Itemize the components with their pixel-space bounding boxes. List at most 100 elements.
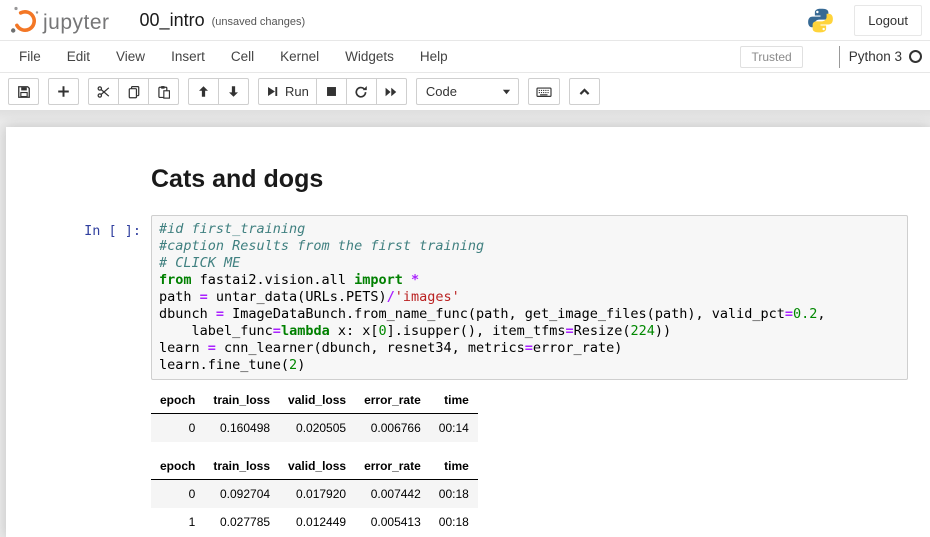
move-cell-down-button[interactable] bbox=[218, 78, 249, 105]
code-cell[interactable]: In [ ]: #id first_training#caption Resul… bbox=[6, 215, 930, 380]
toolbar: Run Code bbox=[0, 73, 930, 110]
chevron-up-icon bbox=[578, 85, 591, 98]
menu-insert[interactable]: Insert bbox=[158, 41, 218, 72]
table-cell: 00:18 bbox=[430, 508, 478, 536]
checkpoint-status: (unsaved changes) bbox=[212, 12, 306, 28]
column-header: epoch bbox=[151, 455, 204, 480]
table-cell: 0.007442 bbox=[355, 480, 430, 509]
code-line: #id first_training bbox=[159, 221, 900, 238]
save-icon bbox=[17, 85, 31, 99]
markdown-cell[interactable]: Cats and dogs bbox=[6, 165, 930, 215]
menu-cell[interactable]: Cell bbox=[218, 41, 267, 72]
trusted-badge[interactable]: Trusted bbox=[740, 46, 802, 68]
kernel-name: Python 3 bbox=[849, 49, 902, 64]
code-line: path = untar_data(URLs.PETS)/'images' bbox=[159, 289, 900, 306]
table-cell: 00:14 bbox=[430, 414, 478, 443]
table-cell: 0.012449 bbox=[279, 508, 355, 536]
run-label: Run bbox=[285, 84, 309, 99]
python-logo-icon bbox=[807, 7, 834, 34]
notebook-title[interactable]: 00_intro bbox=[140, 10, 205, 31]
app-name: jupyter bbox=[43, 12, 110, 36]
interrupt-kernel-button[interactable] bbox=[316, 78, 347, 105]
table-cell: 0.005413 bbox=[355, 508, 430, 536]
keyboard-icon bbox=[536, 85, 552, 99]
save-button[interactable] bbox=[8, 78, 39, 105]
menu-kernel[interactable]: Kernel bbox=[267, 41, 332, 72]
run-cell-button[interactable]: Run bbox=[258, 78, 317, 105]
step-forward-icon bbox=[266, 85, 279, 98]
stop-icon bbox=[325, 85, 338, 98]
kernel-idle-indicator-icon bbox=[909, 50, 922, 63]
table-cell: 0 bbox=[151, 480, 204, 509]
kernel-divider bbox=[839, 46, 840, 68]
column-header: valid_loss bbox=[279, 389, 355, 414]
command-palette-button[interactable] bbox=[528, 78, 560, 105]
training-results-table: epochtrain_lossvalid_losserror_ratetime0… bbox=[151, 389, 930, 442]
menubar: File Edit View Insert Cell Kernel Widget… bbox=[0, 40, 930, 73]
column-header: time bbox=[430, 455, 478, 480]
arrow-down-icon bbox=[227, 85, 240, 98]
table-row: 10.0277850.0124490.00541300:18 bbox=[151, 508, 478, 536]
code-line: # CLICK ME bbox=[159, 255, 900, 272]
table-cell: 0.006766 bbox=[355, 414, 430, 443]
table-cell: 1 bbox=[151, 508, 204, 536]
code-line: learn = cnn_learner(dbunch, resnet34, me… bbox=[159, 340, 900, 357]
cell-type-value: Code bbox=[426, 84, 457, 99]
notebook-container: Cats and dogs In [ ]: #id first_training… bbox=[6, 127, 930, 537]
table-cell: 0.092704 bbox=[204, 480, 279, 509]
menu-file[interactable]: File bbox=[6, 41, 54, 72]
insert-cell-below-button[interactable] bbox=[48, 78, 79, 105]
menu-widgets[interactable]: Widgets bbox=[332, 41, 407, 72]
restart-run-all-button[interactable] bbox=[376, 78, 407, 105]
table-cell: 0.017920 bbox=[279, 480, 355, 509]
table-cell: 0 bbox=[151, 414, 204, 443]
column-header: error_rate bbox=[355, 455, 430, 480]
paste-icon bbox=[157, 85, 171, 99]
table-cell: 0.027785 bbox=[204, 508, 279, 536]
column-header: error_rate bbox=[355, 389, 430, 414]
column-header: valid_loss bbox=[279, 455, 355, 480]
menu-view[interactable]: View bbox=[103, 41, 158, 72]
code-lines: #id first_training#caption Results from … bbox=[159, 221, 900, 374]
code-line: label_func=lambda x: x[0].isupper(), ite… bbox=[159, 323, 900, 340]
restart-kernel-button[interactable] bbox=[346, 78, 377, 105]
table-cell: 0.160498 bbox=[204, 414, 279, 443]
site-background: Cats and dogs In [ ]: #id first_training… bbox=[0, 110, 930, 537]
move-cell-up-button[interactable] bbox=[188, 78, 219, 105]
table-cell: 0.020505 bbox=[279, 414, 355, 443]
code-line: learn.fine_tune(2) bbox=[159, 357, 900, 374]
scissors-icon bbox=[97, 85, 111, 99]
jupyter-logo-icon bbox=[10, 4, 40, 36]
notebook-heading: Cats and dogs bbox=[151, 165, 323, 194]
logout-button[interactable]: Logout bbox=[854, 5, 922, 36]
cell-type-select[interactable]: Code bbox=[416, 78, 519, 105]
toggle-toolbar-button[interactable] bbox=[569, 78, 600, 105]
header: jupyter 00_intro (unsaved changes) Logou… bbox=[0, 0, 930, 40]
training-results-table: epochtrain_lossvalid_losserror_ratetime0… bbox=[151, 455, 930, 536]
code-line: #caption Results from the first training bbox=[159, 238, 900, 255]
fast-forward-icon bbox=[384, 85, 398, 99]
jupyter-logo[interactable]: jupyter bbox=[10, 4, 110, 36]
table-row: 00.1604980.0205050.00676600:14 bbox=[151, 414, 478, 443]
column-header: train_loss bbox=[204, 455, 279, 480]
code-line: from fastai2.vision.all import * bbox=[159, 272, 900, 289]
code-line: dbunch = ImageDataBunch.from_name_func(p… bbox=[159, 306, 900, 323]
menu-edit[interactable]: Edit bbox=[54, 41, 103, 72]
plus-icon bbox=[57, 85, 70, 98]
menu-help[interactable]: Help bbox=[407, 41, 461, 72]
output-area: epochtrain_lossvalid_losserror_ratetime0… bbox=[151, 380, 930, 536]
column-header: train_loss bbox=[204, 389, 279, 414]
column-header: epoch bbox=[151, 389, 204, 414]
arrow-up-icon bbox=[197, 85, 210, 98]
copy-icon bbox=[127, 85, 141, 99]
refresh-icon bbox=[354, 85, 368, 99]
table-cell: 00:18 bbox=[430, 480, 478, 509]
input-prompt: In [ ]: bbox=[6, 215, 151, 380]
caret-down-icon bbox=[502, 87, 511, 96]
cut-cells-button[interactable] bbox=[88, 78, 119, 105]
table-row: 00.0927040.0179200.00744200:18 bbox=[151, 480, 478, 509]
paste-cells-button[interactable] bbox=[148, 78, 179, 105]
code-input-area[interactable]: #id first_training#caption Results from … bbox=[151, 215, 908, 380]
copy-cells-button[interactable] bbox=[118, 78, 149, 105]
column-header: time bbox=[430, 389, 478, 414]
